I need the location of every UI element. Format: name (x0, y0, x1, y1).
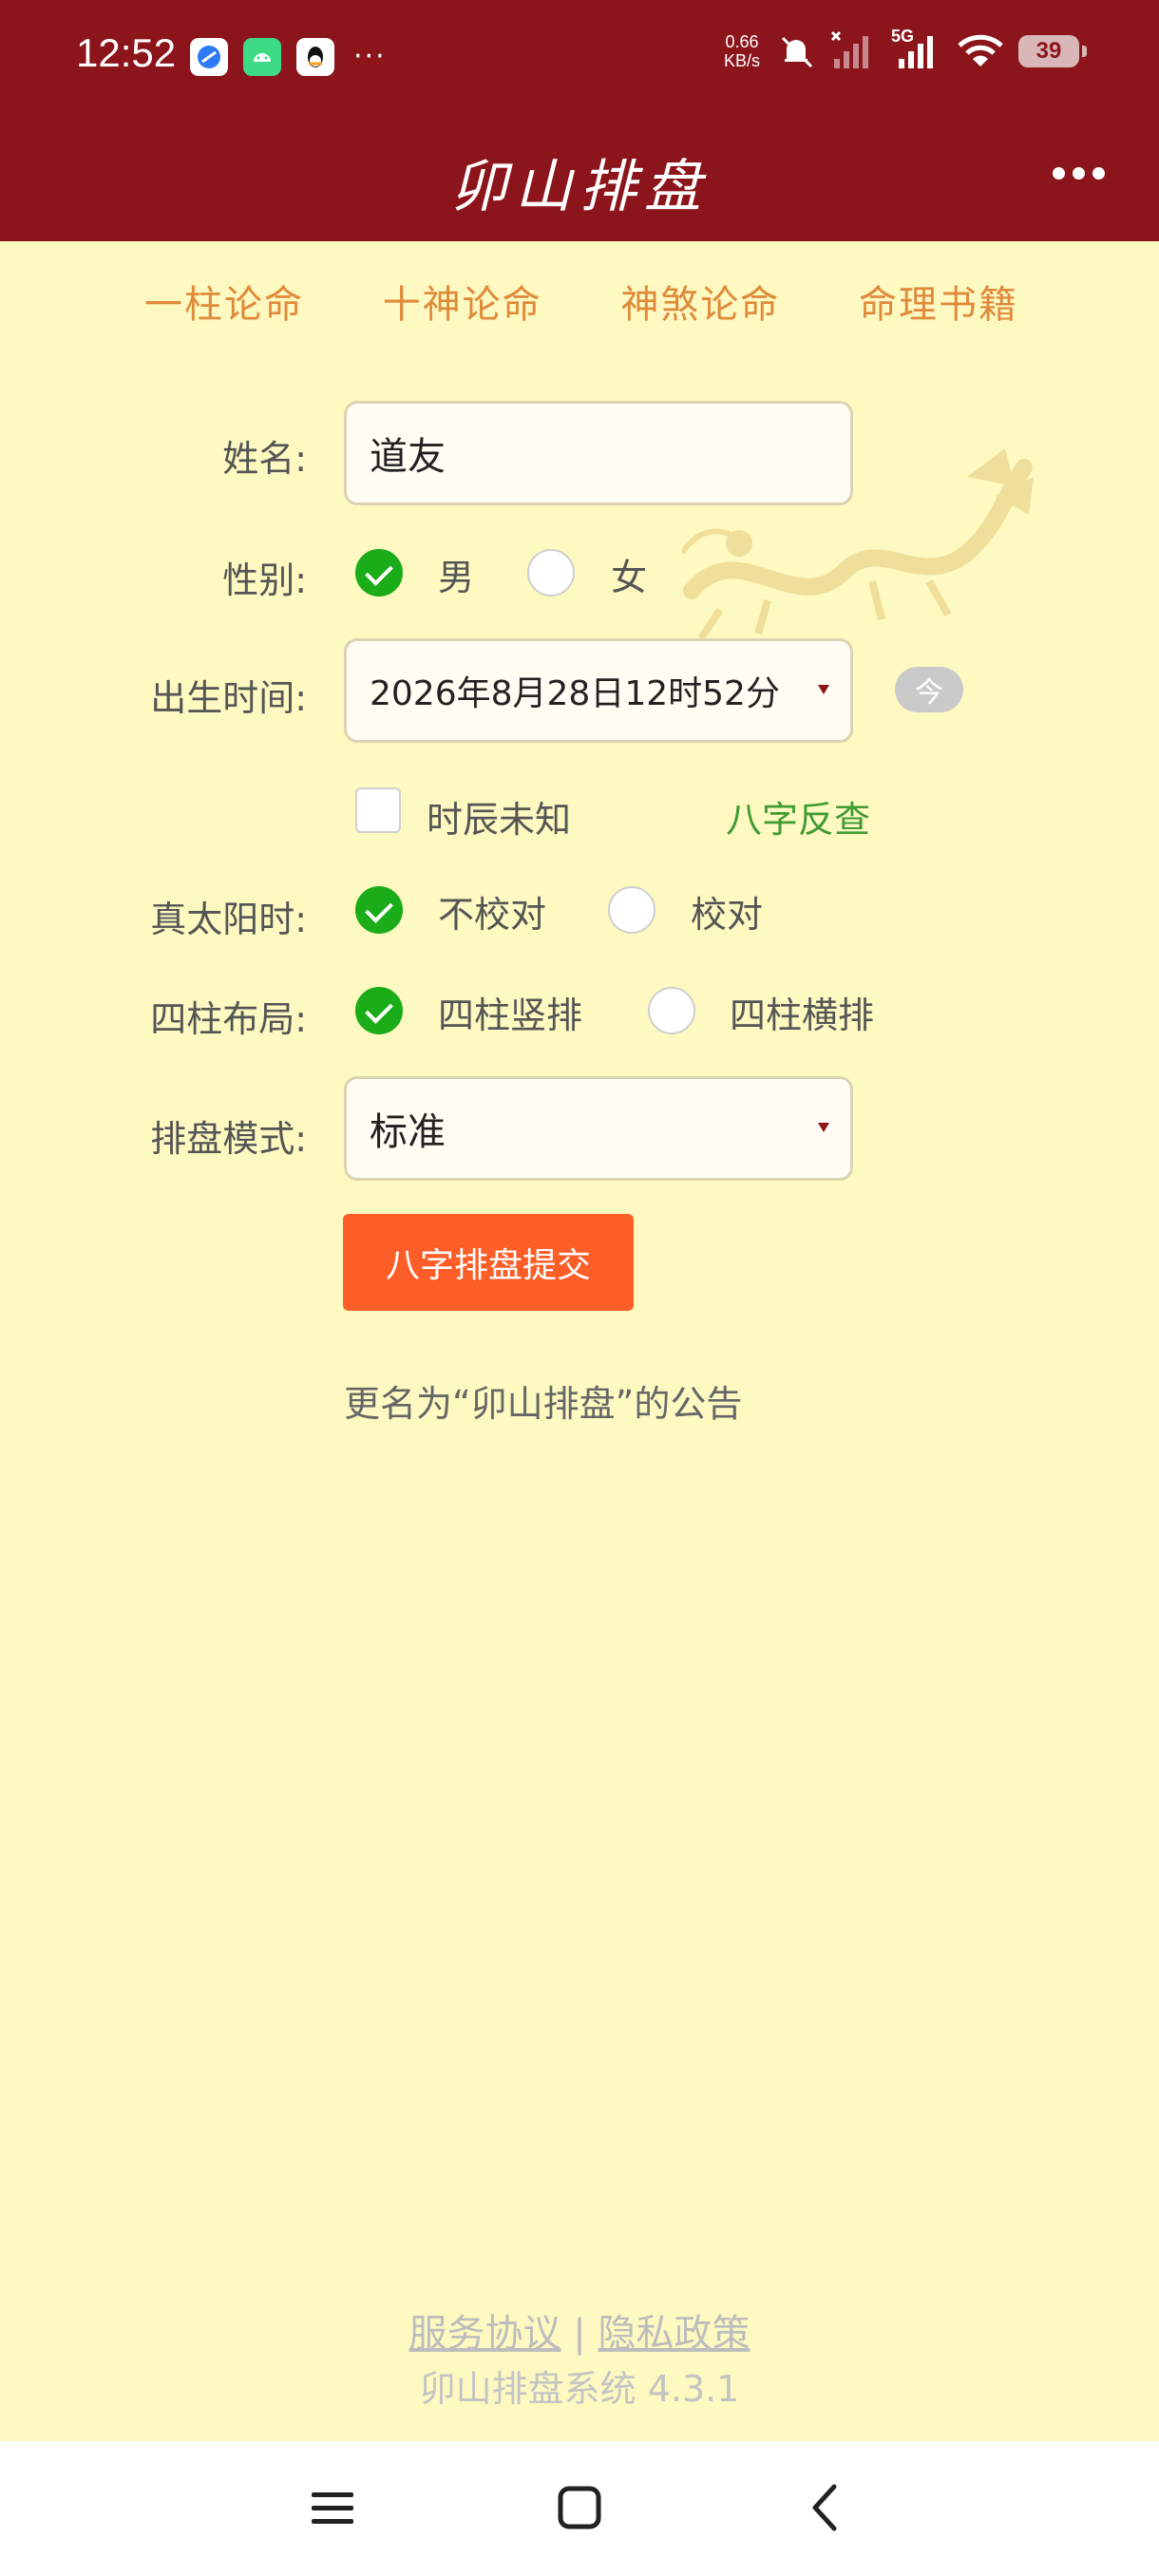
app-header: 12:52 ··· 0.66 KB/s 5G 39 卯山排盘 (0, 0, 1159, 241)
more-dot-icon (1053, 167, 1065, 180)
chevron-down-icon (818, 1123, 829, 1132)
battery-indicator: 39 (1018, 35, 1087, 67)
birth-time-value: 2026年8月28日12时52分 (370, 674, 780, 713)
name-label: 姓名: (222, 438, 307, 480)
name-input-value: 道友 (370, 435, 446, 479)
more-dot-icon (1073, 167, 1085, 180)
gender-label: 性别: (222, 559, 307, 601)
unknown-hour-checkbox[interactable] (355, 787, 401, 833)
layout-horizontal-label[interactable]: 四柱横排 (730, 986, 874, 1038)
nav-yizhu[interactable]: 一柱论命 (144, 274, 304, 329)
nav-books[interactable]: 命理书籍 (859, 274, 1018, 329)
menu-icon[interactable] (302, 2477, 363, 2538)
birth-time-select[interactable]: 2026年8月28日12时52分 (344, 638, 853, 743)
home-icon[interactable] (549, 2477, 610, 2538)
nav-shishen[interactable]: 十神论命 (383, 274, 542, 329)
signal-sim2-icon (899, 36, 933, 68)
nav-shensha[interactable]: 神煞论命 (620, 274, 780, 329)
more-menu-button[interactable] (1053, 167, 1106, 186)
top-nav: 一柱论命 十神论命 神煞论命 命理书籍 (144, 274, 1018, 329)
mode-select[interactable]: 标准 (344, 1076, 853, 1181)
system-nav-bar (0, 2441, 1159, 2576)
layout-vertical-radio[interactable] (355, 987, 403, 1034)
mode-label: 排盘模式: (150, 1118, 307, 1160)
chevron-down-icon (818, 685, 829, 694)
notification-icons: ··· (190, 38, 387, 76)
signal-sim1-icon (830, 30, 868, 68)
browser-app-icon (190, 38, 228, 76)
reverse-lookup-link[interactable]: 八字反查 (726, 790, 870, 843)
privacy-policy-link[interactable]: 隐私政策 (598, 2312, 750, 2356)
mute-bell-icon (781, 36, 813, 68)
version-text: 卯山排盘系统 4.3.1 (419, 2368, 740, 2410)
more-notifications-icon: ··· (353, 40, 387, 73)
footer-separator: | (573, 2312, 586, 2356)
gender-male-label[interactable]: 男 (438, 548, 474, 600)
pillar-layout-label: 四柱布局: (150, 998, 307, 1040)
status-time: 12:52 (76, 30, 177, 75)
layout-vertical-label[interactable]: 四柱竖排 (438, 986, 582, 1038)
solar-yes-radio[interactable] (608, 886, 656, 934)
wifi-icon (958, 34, 1003, 66)
footer-links: 服务协议 | 隐私政策 (0, 2302, 1159, 2358)
mode-value: 标准 (370, 1110, 446, 1154)
solar-yes-label[interactable]: 校对 (691, 885, 763, 938)
signal-5g: 5G (891, 27, 942, 72)
qq-app-icon (296, 38, 334, 76)
net-speed: 0.66 KB/s (724, 32, 761, 70)
solar-time-label: 真太阳时: (150, 899, 307, 940)
rename-notice-link[interactable]: 更名为“卯山排盘”的公告 (344, 1374, 742, 1427)
gender-male-radio[interactable] (355, 549, 403, 597)
system-status-icons: 5G 39 (775, 27, 1087, 72)
now-button[interactable]: 今 (895, 667, 963, 712)
service-agreement-link[interactable]: 服务协议 (409, 2312, 561, 2356)
more-dot-icon (1092, 167, 1105, 180)
gender-female-label[interactable]: 女 (611, 548, 647, 600)
back-icon[interactable] (796, 2477, 857, 2538)
solar-no-radio[interactable] (355, 886, 403, 934)
gender-female-radio[interactable] (527, 549, 575, 597)
name-input[interactable]: 道友 (344, 401, 853, 505)
android-app-icon (243, 38, 281, 76)
status-bar: 12:52 ··· 0.66 KB/s 5G 39 (0, 0, 1159, 114)
layout-horizontal-radio[interactable] (648, 987, 695, 1034)
solar-no-label[interactable]: 不校对 (438, 885, 546, 938)
unknown-hour-label[interactable]: 时辰未知 (427, 790, 571, 843)
page-title: 卯山排盘 (450, 154, 709, 220)
submit-button[interactable]: 八字排盘提交 (343, 1214, 634, 1311)
birth-time-label: 出生时间: (150, 677, 307, 719)
